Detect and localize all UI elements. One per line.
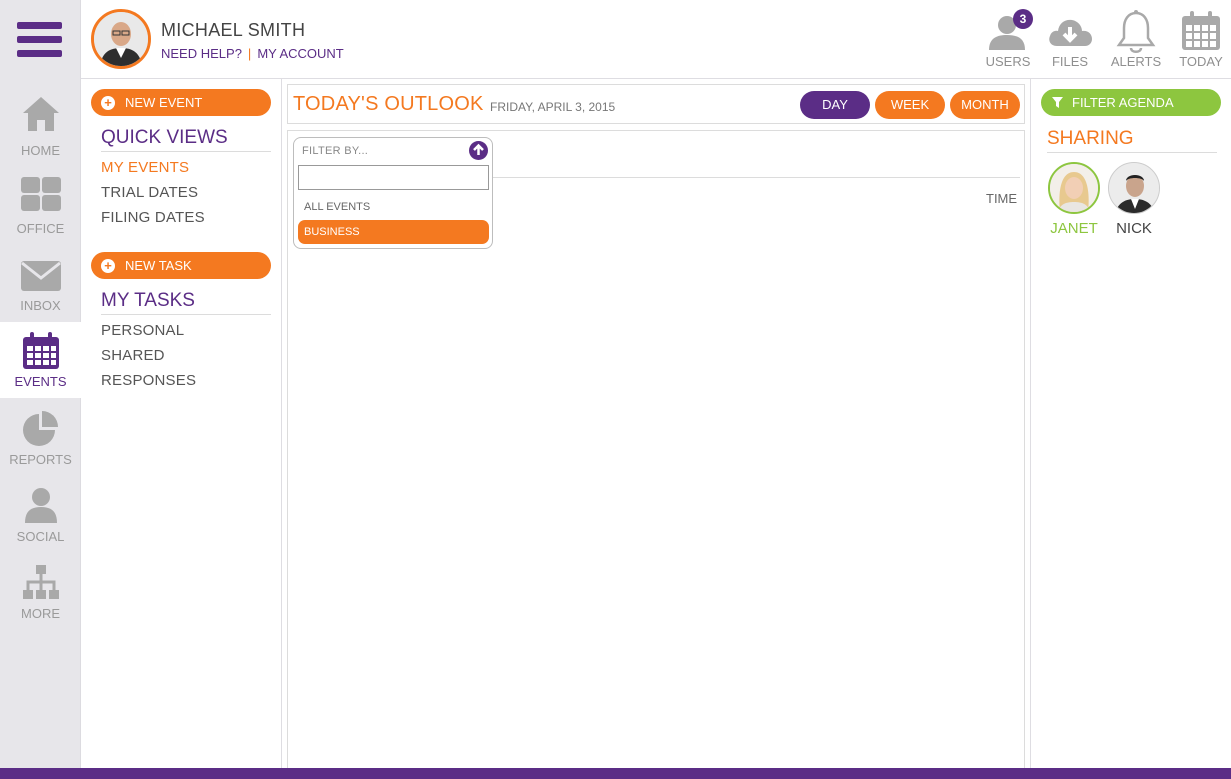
filter-agenda-label: FILTER AGENDA xyxy=(1072,95,1174,110)
grid-icon xyxy=(21,177,61,211)
rail-item-office[interactable]: OFFICE xyxy=(0,175,81,251)
collapse-filter-button[interactable] xyxy=(469,141,488,160)
rail-label-inbox: INBOX xyxy=(20,298,61,313)
bottom-bar xyxy=(0,768,1231,779)
home-icon xyxy=(23,97,59,131)
quick-views-title: QUICK VIEWS xyxy=(101,127,271,152)
filter-option-business[interactable]: BUSINESS xyxy=(298,220,489,244)
rail-label-social: SOCIAL xyxy=(16,529,65,544)
view-day-button[interactable]: DAY xyxy=(800,91,870,119)
view-month-button[interactable]: MONTH xyxy=(950,91,1020,119)
sitemap-icon xyxy=(23,565,59,599)
quick-view-trial-dates[interactable]: TRIAL DATES xyxy=(101,184,198,201)
quick-view-my-events[interactable]: MY EVENTS xyxy=(101,159,189,176)
cloud-download-icon xyxy=(1049,19,1092,46)
calendar-icon xyxy=(1182,11,1220,50)
rail-item-social[interactable]: SOCIAL xyxy=(0,487,81,563)
user-name: MICHAEL SMITH xyxy=(161,20,306,40)
left-rail: HOME OFFICE INBOX EVENTS REPORTS SOCIAL … xyxy=(0,0,82,768)
task-responses[interactable]: RESPONSES xyxy=(101,372,196,389)
filter-dropdown: FILTER BY... ALL EVENTS BUSINESS xyxy=(293,137,493,249)
top-header: MICHAEL SMITH NEED HELP? | MY ACCOUNT 3 US… xyxy=(81,0,1231,79)
rail-item-events[interactable]: EVENTS xyxy=(0,322,82,398)
avatar xyxy=(1108,162,1160,214)
time-column-header: TIME xyxy=(986,191,1018,206)
left-panel: + NEW EVENT QUICK VIEWS MY EVENTS TRIAL … xyxy=(81,79,282,768)
person-icon xyxy=(25,488,57,523)
rail-item-more[interactable]: MORE xyxy=(0,564,81,640)
users-button[interactable]: 3 USERS xyxy=(978,6,1038,72)
current-date: FRIDAY, APRIL 3, 2015 xyxy=(490,100,616,114)
share-person-name: NICK xyxy=(1116,220,1152,237)
hamburger-icon[interactable] xyxy=(17,22,62,58)
rail-label-events: EVENTS xyxy=(14,374,67,389)
funnel-icon xyxy=(1052,97,1063,108)
new-task-button[interactable]: + NEW TASK xyxy=(91,252,271,279)
plus-icon: + xyxy=(101,96,115,110)
my-tasks-title: MY TASKS xyxy=(101,290,271,315)
pie-chart-icon xyxy=(23,411,58,446)
share-person-nick[interactable]: NICK xyxy=(1103,162,1163,242)
rail-label-home: HOME xyxy=(21,143,60,158)
task-personal[interactable]: PERSONAL xyxy=(101,322,184,339)
right-panel: FILTER AGENDA SHARING JANET NICK xyxy=(1030,79,1231,768)
new-event-label: NEW EVENT xyxy=(125,95,203,110)
janet-photo xyxy=(1050,164,1098,212)
rail-label-more: MORE xyxy=(21,606,60,621)
my-account-link[interactable]: MY ACCOUNT xyxy=(257,46,343,61)
alerts-label: ALERTS xyxy=(1110,54,1162,69)
new-event-button[interactable]: + NEW EVENT xyxy=(91,89,271,116)
filter-option-all-events[interactable]: ALL EVENTS xyxy=(298,195,489,219)
app-window: HOME OFFICE INBOX EVENTS REPORTS SOCIAL … xyxy=(0,0,1231,779)
quick-view-filing-dates[interactable]: FILING DATES xyxy=(101,209,205,226)
files-button[interactable]: FILES xyxy=(1040,6,1100,72)
filter-title: FILTER BY... xyxy=(302,145,369,157)
task-shared[interactable]: SHARED xyxy=(101,347,165,364)
user-links: NEED HELP? | MY ACCOUNT xyxy=(161,46,344,61)
view-week-button[interactable]: WEEK xyxy=(875,91,945,119)
sharing-title: SHARING xyxy=(1047,128,1217,153)
envelope-icon xyxy=(21,261,61,291)
filter-agenda-button[interactable]: FILTER AGENDA xyxy=(1041,89,1221,116)
plus-icon: + xyxy=(101,259,115,273)
filter-input[interactable] xyxy=(298,165,489,190)
share-person-name: JANET xyxy=(1050,220,1098,237)
alerts-button[interactable]: ALERTS xyxy=(1106,6,1166,72)
bell-icon xyxy=(1116,10,1156,53)
rail-label-reports: REPORTS xyxy=(9,452,72,467)
page-title: TODAY'S OUTLOOK xyxy=(293,93,484,115)
users-label: USERS xyxy=(985,54,1031,69)
link-separator: | xyxy=(247,46,252,61)
rail-item-reports[interactable]: REPORTS xyxy=(0,410,81,486)
share-person-janet[interactable]: JANET xyxy=(1043,162,1103,242)
arrow-up-icon xyxy=(473,143,484,155)
today-label: TODAY xyxy=(1179,54,1223,69)
rail-item-home[interactable]: HOME xyxy=(0,95,81,171)
files-label: FILES xyxy=(1051,54,1089,69)
avatar xyxy=(1048,162,1100,214)
users-badge: 3 xyxy=(1013,9,1033,29)
avatar[interactable] xyxy=(91,9,151,69)
rail-label-office: OFFICE xyxy=(16,221,65,236)
new-task-label: NEW TASK xyxy=(125,258,192,273)
today-button[interactable]: TODAY xyxy=(1171,6,1231,72)
user-photo xyxy=(94,12,148,66)
outlook-header: TODAY'S OUTLOOK FRIDAY, APRIL 3, 2015 DA… xyxy=(287,84,1025,124)
nick-photo xyxy=(1109,163,1159,213)
agenda-divider xyxy=(488,177,1020,178)
calendar-icon xyxy=(23,332,59,369)
need-help-link[interactable]: NEED HELP? xyxy=(161,46,242,61)
